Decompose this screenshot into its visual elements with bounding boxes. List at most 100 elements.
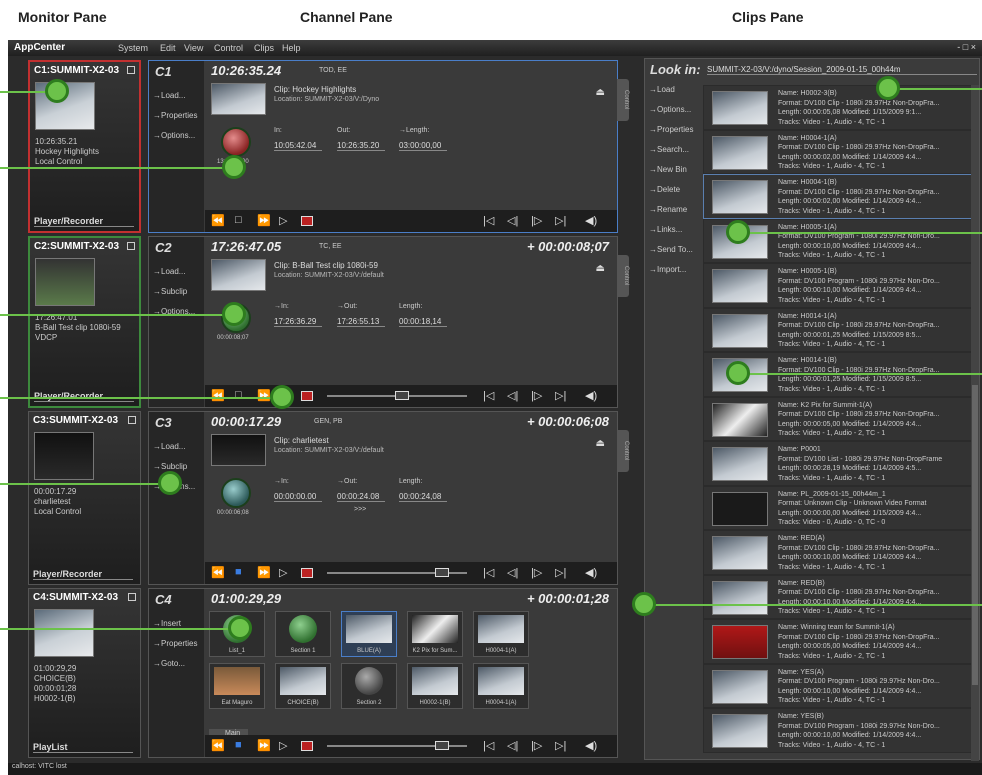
- load-link[interactable]: →Load...: [153, 91, 185, 100]
- properties-link[interactable]: →Properties: [153, 639, 197, 648]
- length-value[interactable]: 00:00:24,08: [399, 492, 448, 502]
- volume-icon[interactable]: ◀): [585, 389, 597, 402]
- step-forward-icon[interactable]: |▷: [531, 214, 542, 227]
- step-forward-icon[interactable]: |▷: [531, 739, 542, 752]
- record-button[interactable]: [301, 741, 313, 751]
- clip-item[interactable]: Name: H0004-1(A) Format: DV100 Clip - 108…: [703, 129, 973, 174]
- clips-delete-link[interactable]: →Delete: [649, 185, 680, 194]
- step-forward-icon[interactable]: |▷: [531, 566, 542, 579]
- clip-item[interactable]: Name: YES(A) Format: DV100 Program - 1080…: [703, 663, 973, 708]
- clips-properties-link[interactable]: →Properties: [649, 125, 693, 134]
- channel-c3[interactable]: C3 →Load... →Subclip →Options... 00:00:1…: [148, 411, 629, 585]
- step-back-icon[interactable]: ◁|: [507, 214, 518, 227]
- in-value[interactable]: 17:26:36.29: [274, 317, 323, 327]
- rewind-icon[interactable]: ⏪: [211, 739, 225, 752]
- out-value[interactable]: 17:26:55.13: [337, 317, 386, 327]
- subclip-link[interactable]: →Subclip: [153, 462, 187, 471]
- clips-load-link[interactable]: →Load: [649, 85, 675, 94]
- go-to-start-icon[interactable]: |◁: [483, 389, 494, 402]
- goto-link[interactable]: →Goto...: [153, 659, 185, 668]
- step-back-icon[interactable]: ◁|: [507, 566, 518, 579]
- playlist-item[interactable]: H0004-1(A): [473, 611, 529, 657]
- clips-import-link[interactable]: →Import...: [649, 265, 686, 274]
- length-value[interactable]: 03:00:00,00: [399, 141, 448, 151]
- record-button[interactable]: [301, 216, 313, 226]
- clip-item[interactable]: Name: H0002-3(B) Format: DV100 Clip - 108…: [703, 85, 973, 130]
- menu-help[interactable]: Help: [282, 43, 301, 53]
- stop-icon[interactable]: ■: [235, 739, 242, 751]
- rewind-icon[interactable]: ⏪: [211, 566, 225, 579]
- stop-icon[interactable]: □: [235, 214, 242, 226]
- monitor-c2[interactable]: C2:SUMMIT-X2-03 17:26:47.01 B-Ball Test c…: [28, 236, 141, 408]
- out-value[interactable]: 10:26:35.20: [337, 141, 386, 151]
- record-button[interactable]: [301, 391, 313, 401]
- play-icon[interactable]: ▷: [279, 214, 287, 227]
- clip-item[interactable]: Name: PL_2009-01-15_00h44m_1 Format: Unkn…: [703, 485, 973, 530]
- fast-forward-icon[interactable]: ⏩: [257, 566, 271, 579]
- tab-control[interactable]: Control: [617, 430, 629, 472]
- clips-search-link[interactable]: →Search...: [649, 145, 689, 154]
- go-to-start-icon[interactable]: |◁: [483, 566, 494, 579]
- window-controls[interactable]: - □ ×: [957, 42, 976, 52]
- go-to-end-icon[interactable]: ▷|: [555, 389, 566, 402]
- menu-edit[interactable]: Edit: [160, 43, 176, 53]
- playlist-item[interactable]: Section 2: [341, 663, 397, 709]
- clips-rename-link[interactable]: →Rename: [649, 205, 687, 214]
- volume-icon[interactable]: ◀): [585, 739, 597, 752]
- play-knob[interactable]: [221, 478, 251, 508]
- volume-icon[interactable]: ◀): [585, 214, 597, 227]
- playlist-item[interactable]: Section 1: [275, 611, 331, 657]
- insert-link[interactable]: →Insert: [153, 619, 181, 628]
- clip-item[interactable]: Name: P0001 Format: DV100 List - 1080i 29…: [703, 441, 973, 486]
- record-button[interactable]: [301, 568, 313, 578]
- clip-item[interactable]: Name: YES(B) Format: DV100 Program - 1080…: [703, 708, 973, 753]
- more-indicator[interactable]: >>>: [354, 506, 366, 513]
- channel-c4[interactable]: C4 →Insert →Properties →Goto... 01:00:29…: [148, 588, 618, 758]
- clips-links-link[interactable]: →Links...: [649, 225, 682, 234]
- properties-link[interactable]: →Properties: [153, 111, 197, 120]
- clips-scrollbar[interactable]: [971, 85, 979, 761]
- monitor-c4[interactable]: C4:SUMMIT-X2-03 01:00:29,29 CHOICE(B) 00:0…: [28, 588, 141, 758]
- step-forward-icon[interactable]: |▷: [531, 389, 542, 402]
- fast-forward-icon[interactable]: ⏩: [257, 739, 271, 752]
- play-icon[interactable]: ▷: [279, 739, 287, 752]
- clips-new-bin-link[interactable]: →New Bin: [649, 165, 687, 174]
- step-back-icon[interactable]: ◁|: [507, 739, 518, 752]
- tab-control[interactable]: Control: [617, 255, 629, 297]
- clip-item[interactable]: Name: Winning team for Summit-1(A) Format…: [703, 619, 973, 664]
- menu-system[interactable]: System: [118, 43, 148, 53]
- playlist-item[interactable]: K2 Pix for Sum...: [407, 611, 463, 657]
- volume-icon[interactable]: ◀): [585, 566, 597, 579]
- go-to-end-icon[interactable]: ▷|: [555, 214, 566, 227]
- rewind-icon[interactable]: ⏪: [211, 214, 225, 227]
- out-value[interactable]: 00:00:24.08: [337, 492, 386, 502]
- clip-item[interactable]: Name: H0004-1(B) Format: DV100 Clip - 108…: [703, 174, 973, 219]
- clip-item[interactable]: Name: K2 Pix for Summit-1(A) Format: DV10…: [703, 396, 973, 441]
- maximize-icon[interactable]: [127, 242, 135, 250]
- scrollbar-thumb[interactable]: [972, 385, 978, 685]
- eject-icon[interactable]: ⏏: [596, 87, 605, 98]
- subclip-link[interactable]: →Subclip: [153, 287, 187, 296]
- playlist-item[interactable]: CHOICE(B): [275, 663, 331, 709]
- eject-icon[interactable]: ⏏: [596, 438, 605, 449]
- menu-clips[interactable]: Clips: [254, 43, 274, 53]
- tab-control[interactable]: Control: [617, 79, 629, 121]
- menu-control[interactable]: Control: [214, 43, 243, 53]
- play-icon[interactable]: ▷: [279, 566, 287, 579]
- clip-item[interactable]: Name: H0014-1(A) Format: DV100 Clip - 108…: [703, 307, 973, 352]
- load-link[interactable]: →Load...: [153, 442, 185, 451]
- eject-icon[interactable]: ⏏: [596, 263, 605, 274]
- maximize-icon[interactable]: [128, 416, 136, 424]
- stop-icon[interactable]: □: [235, 389, 242, 401]
- fast-forward-icon[interactable]: ⏩: [257, 214, 271, 227]
- clip-item[interactable]: Name: H0005-1(B) Format: DV100 Program - …: [703, 263, 973, 308]
- go-to-start-icon[interactable]: |◁: [483, 739, 494, 752]
- slider-knob[interactable]: [435, 568, 449, 577]
- go-to-start-icon[interactable]: |◁: [483, 214, 494, 227]
- channel-c1[interactable]: C1 →Load... →Properties →Options... 10:2…: [148, 60, 629, 233]
- go-to-end-icon[interactable]: ▷|: [555, 566, 566, 579]
- clips-options-link[interactable]: →Options...: [649, 105, 691, 114]
- slider-knob[interactable]: [395, 391, 409, 400]
- record-knob[interactable]: [221, 127, 251, 157]
- clip-item[interactable]: Name: RED(A) Format: DV100 Clip - 1080i 2…: [703, 530, 973, 575]
